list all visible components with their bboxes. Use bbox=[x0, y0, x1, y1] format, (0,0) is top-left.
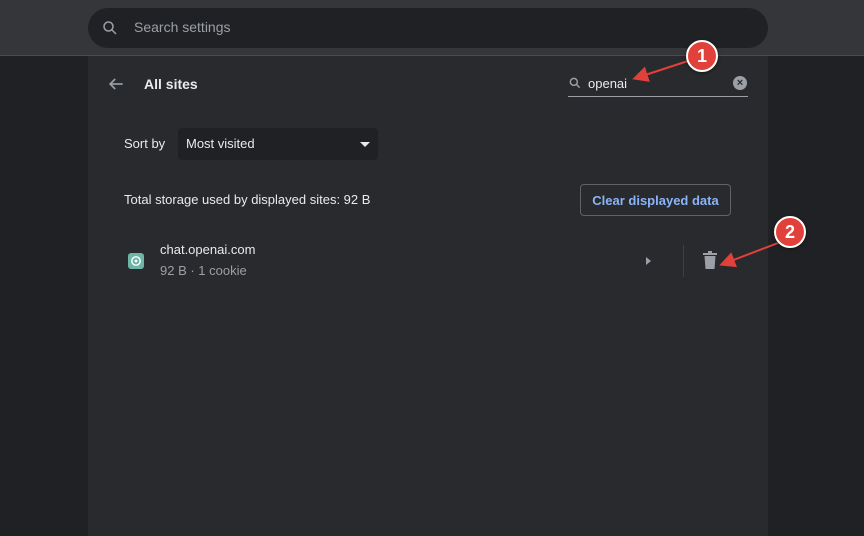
page-title: All sites bbox=[144, 76, 198, 92]
search-icon bbox=[103, 21, 117, 35]
expand-arrow-icon[interactable] bbox=[646, 257, 651, 265]
top-bar: Search settings bbox=[0, 0, 864, 56]
openai-favicon-icon bbox=[128, 253, 144, 269]
trash-icon[interactable] bbox=[702, 251, 718, 269]
search-icon bbox=[569, 77, 581, 89]
total-storage-text: Total storage used by displayed sites: 9… bbox=[124, 192, 371, 207]
site-storage-details: 92 B · 1 cookie bbox=[160, 263, 247, 278]
chevron-down-icon bbox=[360, 142, 370, 147]
site-search-value: openai bbox=[588, 76, 628, 91]
all-sites-panel: All sites openai × Sort by Most visited … bbox=[88, 56, 768, 536]
annotation-badge: 2 bbox=[774, 216, 806, 248]
sort-dropdown[interactable]: Most visited bbox=[178, 128, 378, 160]
divider bbox=[683, 245, 684, 277]
clear-displayed-data-button[interactable]: Clear displayed data bbox=[580, 184, 731, 216]
annotation-badge: 1 bbox=[686, 40, 718, 72]
settings-search-input[interactable]: Search settings bbox=[88, 8, 768, 48]
back-arrow-icon[interactable] bbox=[106, 74, 126, 94]
clear-search-icon[interactable]: × bbox=[733, 76, 747, 90]
site-row[interactable]: chat.openai.com 92 B · 1 cookie bbox=[116, 236, 756, 286]
site-name: chat.openai.com bbox=[160, 242, 256, 257]
sort-label: Sort by bbox=[124, 136, 166, 151]
site-search-input[interactable]: openai × bbox=[568, 72, 748, 97]
search-placeholder: Search settings bbox=[134, 19, 231, 35]
sort-selected-value: Most visited bbox=[186, 136, 255, 151]
